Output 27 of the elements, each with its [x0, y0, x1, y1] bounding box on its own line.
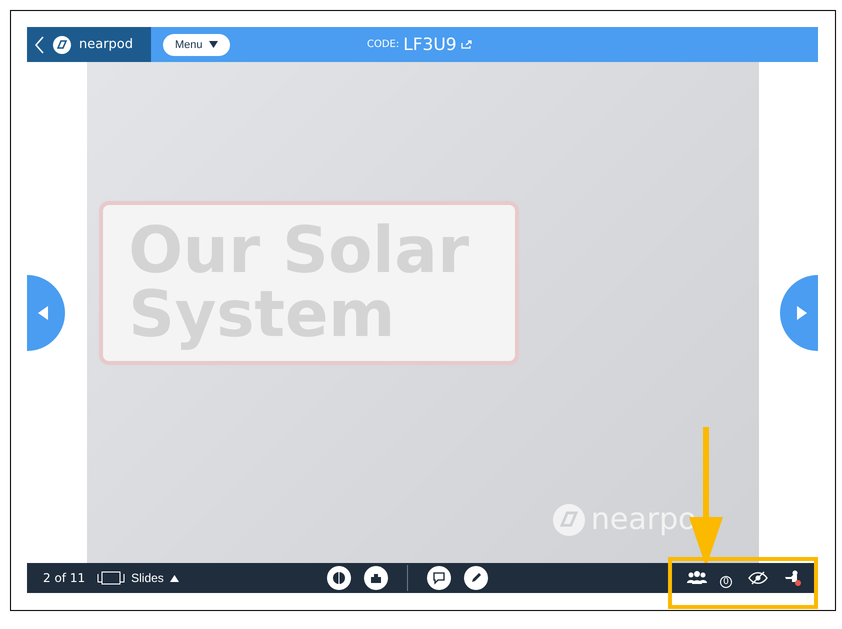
puzzle-button[interactable]	[364, 566, 388, 590]
participants-count: 0	[720, 576, 732, 588]
left-triangle-icon	[38, 306, 48, 320]
slides-icon	[97, 571, 126, 585]
code-label: CODE:	[367, 39, 400, 50]
logo-text: nearpod	[79, 37, 134, 52]
puzzle-icon	[369, 571, 383, 585]
logo-icon	[552, 504, 585, 536]
half-circle-icon	[332, 571, 346, 585]
brain-button[interactable]	[327, 566, 351, 590]
chat-button[interactable]	[427, 566, 451, 590]
participants-button[interactable]	[686, 571, 708, 585]
presenter-button[interactable]	[784, 570, 802, 586]
back-button[interactable]	[35, 36, 45, 54]
logo-icon	[53, 36, 71, 54]
hide-button[interactable]	[748, 571, 768, 585]
caret-icon	[208, 41, 218, 48]
chat-icon	[432, 571, 446, 585]
pencil-button[interactable]	[464, 566, 488, 590]
page-indicator: 2 of 11	[43, 571, 86, 585]
slides-button[interactable]: Slides	[97, 571, 179, 585]
caret-icon	[170, 574, 179, 582]
session-code: LF3U9	[403, 34, 457, 54]
pencil-icon	[469, 571, 483, 585]
right-triangle-icon	[797, 306, 807, 320]
menu-button[interactable]: Menu	[163, 34, 230, 56]
share-icon[interactable]	[460, 40, 472, 49]
